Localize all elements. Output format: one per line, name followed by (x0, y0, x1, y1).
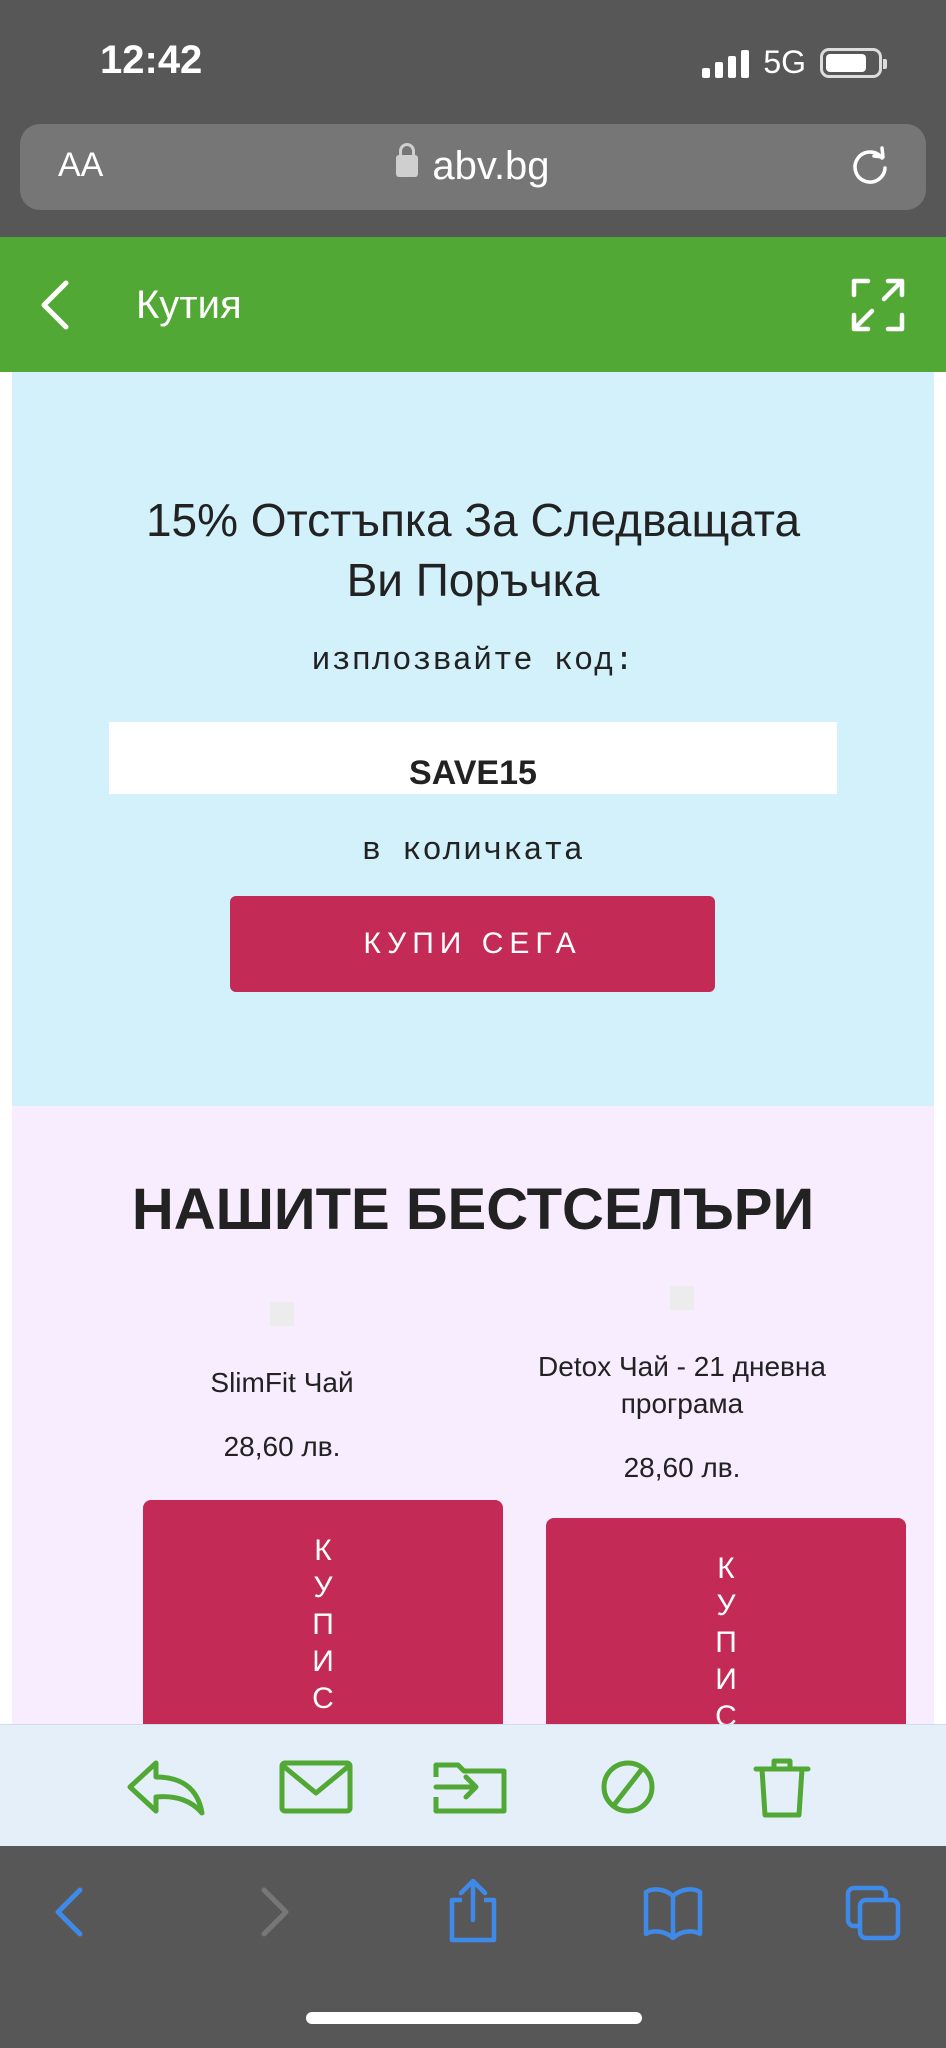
button-letter: К (314, 1534, 332, 1567)
email-content[interactable]: 15% Отстъпка За Следващата Ви Поръчка из… (0, 372, 946, 1724)
button-letter: Е (143, 1717, 503, 1724)
buy-now-button[interactable]: КУПИ СЕГА (230, 896, 715, 992)
address-bar[interactable]: AA abv.bg (20, 124, 926, 210)
trash-icon[interactable] (752, 1757, 812, 1824)
reload-icon[interactable] (848, 144, 892, 193)
product-image[interactable] (670, 1286, 694, 1310)
product-name[interactable]: Detox Чай - 21 дневна програма (512, 1348, 852, 1422)
button-letter: У (716, 1589, 736, 1622)
cellular-signal-icon (702, 48, 750, 78)
app-header: Кутия (0, 237, 946, 372)
share-icon[interactable] (446, 1878, 500, 1949)
tabs-icon[interactable] (844, 1884, 902, 1947)
button-letter: П (312, 1608, 334, 1641)
product-name-line2: програма (620, 1388, 744, 1419)
url-display[interactable]: abv.bg (20, 143, 926, 189)
button-letter: И (312, 1645, 334, 1678)
spam-icon[interactable] (598, 1757, 658, 1822)
bookmarks-icon[interactable] (642, 1884, 704, 1945)
move-to-folder-icon[interactable] (432, 1757, 508, 1822)
button-letter: С (715, 1700, 737, 1724)
button-letter: П (715, 1626, 737, 1659)
product-name-line1: Detox Чай - 21 дневна (538, 1351, 826, 1382)
promo-code: SAVE15 (409, 754, 537, 792)
fullscreen-button[interactable] (850, 277, 906, 338)
button-letter: У (313, 1571, 333, 1604)
promo-section: 15% Отстъпка За Следващата Ви Поръчка из… (12, 372, 934, 1106)
button-letter: С (312, 1682, 334, 1715)
promo-title-line1: 15% Отстъпка За Следващата (145, 494, 801, 546)
network-type: 5G (763, 44, 806, 80)
product-card: Detox Чай - 21 дневна програма 28,60 лв. (512, 1286, 852, 1484)
product-buy-button[interactable]: К У П И С Е (546, 1518, 906, 1724)
button-letter: К (717, 1552, 735, 1585)
bestsellers-section: НАШИТЕ БЕСТСЕЛЪРИ SlimFit Чай 28,60 лв. … (12, 1106, 934, 1724)
product-card: SlimFit Чай 28,60 лв. (132, 1302, 432, 1463)
promo-title: 15% Отстъпка За Следващата Ви Поръчка (12, 490, 934, 610)
browser-toolbar (0, 1846, 946, 2048)
expand-icon (851, 278, 905, 332)
in-cart-label: в количката (361, 832, 585, 869)
chevron-left-icon (41, 280, 69, 330)
product-price: 28,60 лв. (223, 1431, 341, 1462)
battery-icon (820, 47, 887, 78)
status-bar: 12:42 5G (0, 0, 946, 120)
status-indicators: 5G (702, 44, 887, 81)
back-button[interactable] (36, 277, 76, 338)
button-letter: И (715, 1663, 737, 1696)
home-indicator[interactable] (306, 2012, 642, 2024)
folder-title: Кутия (136, 283, 242, 327)
use-code-label: изплозвайте код: (311, 642, 635, 679)
status-time: 12:42 (100, 38, 203, 82)
back-icon[interactable] (52, 1884, 88, 1945)
mail-action-toolbar (0, 1724, 946, 1846)
mail-icon[interactable] (278, 1757, 354, 1822)
reply-icon[interactable] (126, 1757, 206, 1822)
product-image[interactable] (270, 1302, 294, 1326)
product-price: 28,60 лв. (623, 1452, 741, 1483)
product-buy-button[interactable]: К У П И С Е (143, 1500, 503, 1724)
promo-title-line2: Ви Поръчка (346, 554, 600, 606)
forward-icon (256, 1884, 292, 1945)
url-text: abv.bg (432, 144, 550, 188)
product-name[interactable]: SlimFit Чай (132, 1364, 432, 1401)
bestsellers-title: НАШИТЕ БЕСТСЕЛЪРИ (131, 1177, 815, 1242)
lock-icon (396, 143, 419, 177)
